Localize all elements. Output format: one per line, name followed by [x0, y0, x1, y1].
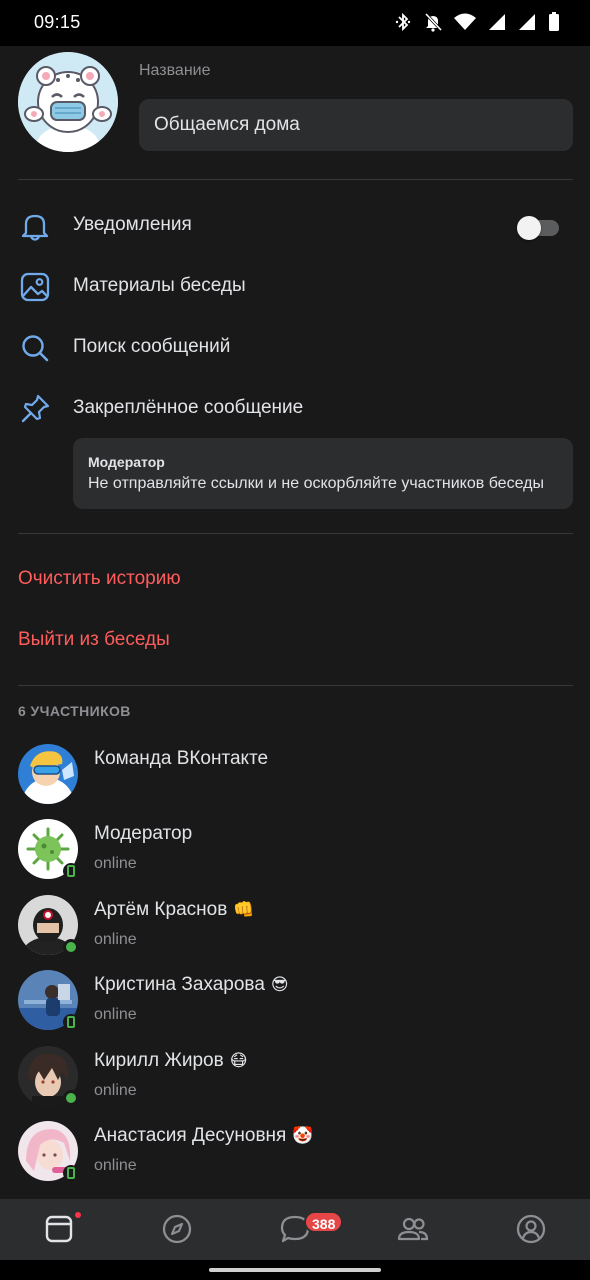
notifications-row[interactable]: Уведомления — [0, 195, 590, 255]
home-gesture-handle[interactable] — [209, 1268, 381, 1272]
news-icon — [43, 1213, 75, 1245]
member-name: Кристина Захарова 😎 — [94, 974, 289, 996]
profile-icon — [515, 1213, 547, 1245]
online-indicator — [63, 939, 79, 955]
system-nav-bar — [0, 1260, 590, 1280]
friends-icon — [397, 1213, 429, 1245]
chat-name-label: Название — [139, 62, 211, 79]
member-name-text: Анастасия Десуновня — [94, 1125, 287, 1146]
signal-icon — [518, 12, 536, 32]
clear-history-button[interactable]: Очистить историю — [18, 568, 181, 590]
member-emoji: 😎 — [270, 975, 289, 994]
member-row[interactable]: Кристина Захарова 😎 online — [0, 970, 590, 1045]
pinned-message-text: Не отправляйте ссылки и не оскорбляйте у… — [88, 475, 544, 492]
divider — [18, 685, 573, 686]
divider — [18, 179, 573, 180]
tab-friends[interactable] — [354, 1199, 472, 1260]
member-emoji: 😷 — [229, 1051, 248, 1070]
online-mobile-indicator — [63, 1014, 79, 1030]
muted-bell-icon — [424, 12, 443, 32]
bluetooth-icon — [394, 12, 412, 32]
battery-icon — [548, 12, 560, 32]
status-icons — [394, 12, 560, 32]
member-status: online — [94, 1006, 137, 1023]
online-mobile-indicator — [63, 1165, 79, 1181]
bottom-tab-bar: 388 — [0, 1199, 590, 1260]
search-row[interactable]: Поиск сообщений — [0, 317, 590, 377]
tab-discover[interactable] — [118, 1199, 236, 1260]
member-emoji: 👊 — [233, 900, 255, 919]
member-row[interactable]: Команда ВКонтакте — [0, 744, 590, 819]
tab-messages[interactable]: 388 — [236, 1199, 354, 1260]
member-name-text: Артём Краснов — [94, 899, 228, 920]
chat-settings-screen: Название Уведомления Материалы беседы По… — [0, 46, 590, 1199]
member-name-text: Модератор — [94, 823, 193, 844]
pin-icon — [19, 393, 51, 425]
online-mobile-indicator — [63, 863, 79, 879]
pinned-message-author: Модератор — [88, 454, 165, 470]
divider — [18, 533, 573, 534]
signal-icon — [488, 12, 506, 32]
online-indicator — [63, 1090, 79, 1106]
materials-label: Материалы беседы — [73, 275, 246, 296]
member-row[interactable]: Анастасия Десуновня 🤡 online — [0, 1121, 590, 1196]
search-label: Поиск сообщений — [73, 336, 231, 357]
member-status: online — [94, 931, 137, 948]
member-name: Модератор — [94, 823, 198, 845]
members-count-title: 6 УЧАСТНИКОВ — [18, 703, 131, 719]
notification-dot — [74, 1211, 82, 1219]
notifications-toggle[interactable] — [517, 216, 559, 240]
member-status: online — [94, 1082, 137, 1099]
member-name-text: Кристина Захарова — [94, 974, 265, 995]
compass-icon — [161, 1213, 193, 1245]
pinned-label: Закреплённое сообщение — [73, 397, 304, 418]
materials-row[interactable]: Материалы беседы — [0, 256, 590, 316]
leave-chat-button[interactable]: Выйти из беседы — [18, 629, 170, 651]
member-status: online — [94, 855, 137, 872]
avatar — [18, 744, 78, 804]
unread-badge: 388 — [304, 1211, 344, 1233]
member-row[interactable]: Модератор online — [0, 819, 590, 894]
status-time: 09:15 — [34, 12, 81, 32]
chat-avatar[interactable] — [18, 52, 118, 152]
member-name: Кирилл Жиров 😷 — [94, 1050, 247, 1072]
member-name: Анастасия Десуновня 🤡 — [94, 1125, 314, 1147]
member-emoji: 🤡 — [292, 1126, 314, 1145]
member-status: online — [94, 1157, 137, 1174]
notifications-label: Уведомления — [73, 214, 192, 235]
wifi-icon — [454, 12, 476, 32]
bell-icon — [19, 210, 51, 242]
pinned-message-card[interactable]: Модератор Не отправляйте ссылки и не оск… — [73, 438, 573, 509]
pinned-row[interactable]: Закреплённое сообщение — [0, 378, 590, 438]
member-name-text: Команда ВКонтакте — [94, 748, 269, 769]
toggle-knob — [517, 216, 541, 240]
member-name-text: Кирилл Жиров — [94, 1050, 224, 1071]
member-row[interactable]: Артём Краснов 👊 online — [0, 895, 590, 970]
chat-name-input[interactable] — [139, 99, 573, 151]
member-row[interactable]: Кирилл Жиров 😷 online — [0, 1046, 590, 1121]
status-bar: 09:15 — [0, 0, 590, 46]
member-name: Команда ВКонтакте — [94, 748, 274, 770]
chat-header: Название — [0, 46, 590, 180]
image-icon — [19, 271, 51, 303]
member-name: Артём Краснов 👊 — [94, 899, 254, 921]
tab-profile[interactable] — [472, 1199, 590, 1260]
search-icon — [19, 332, 51, 364]
tab-news[interactable] — [0, 1199, 118, 1260]
